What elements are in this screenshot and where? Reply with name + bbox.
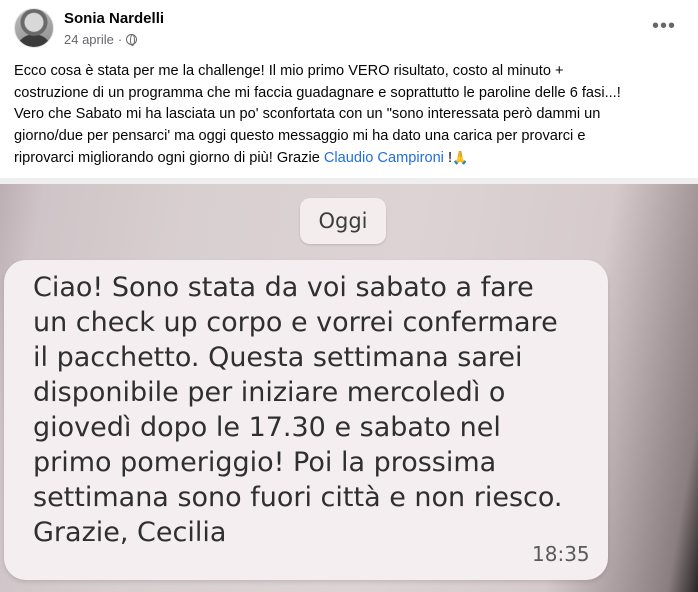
date-chip: Oggi — [300, 198, 386, 244]
pray-emoji-icon: 🙏 — [452, 150, 469, 165]
message-line: primo pomeriggio! Poi la prossima — [33, 447, 497, 478]
message-line: Grazie, Cecilia — [33, 517, 227, 548]
post-text-line: riprovarci migliorando ogni giorno di pi… — [14, 150, 320, 166]
message-line: un check up corpo e vorrei confermare — [33, 307, 558, 338]
avatar[interactable] — [14, 8, 54, 48]
post-text-line-last: riprovarci migliorando ogni giorno di pi… — [14, 147, 686, 170]
message-line: il pacchetto. Questa settimana sarei — [33, 342, 523, 373]
post-header: Sonia Nardelli 24 aprile · ••• — [14, 8, 684, 54]
meta-separator: · — [117, 32, 123, 47]
post-text-line: Vero che Sabato mi ha lasciata un po' sc… — [14, 106, 601, 122]
mention-link[interactable]: Claudio Campironi — [324, 150, 444, 166]
message-time: 18:35 — [532, 542, 590, 566]
author-name[interactable]: Sonia Nardelli — [64, 10, 164, 27]
message-line: giovedì dopo le 17.30 e sabato nel — [33, 412, 501, 443]
message-line: settimana sono fuori città e non riesco. — [33, 482, 563, 513]
post-photo[interactable]: Oggi Ciao! Sono stata da voi sabato a fa… — [0, 178, 698, 592]
post-text-line: costruzione di un programma che mi facci… — [14, 84, 621, 101]
post-text-line: giorno/due per pensarci' ma oggi questo … — [14, 127, 586, 144]
post-text-line: Ecco cosa è stata per me la challenge! I… — [14, 63, 564, 79]
post-text: Ecco cosa è stata per me la challenge! I… — [14, 61, 686, 170]
post-text-end: ! — [443, 150, 453, 166]
post-date[interactable]: 24 aprile — [64, 32, 114, 47]
more-options-button[interactable]: ••• — [650, 16, 678, 36]
message-bubble: Ciao! Sono stata da voi sabato a fare un… — [4, 260, 608, 580]
more-horizontal-icon: ••• — [651, 15, 676, 37]
photo-top-edge — [0, 178, 698, 184]
globe-icon[interactable] — [126, 34, 138, 46]
post-meta: 24 aprile · — [64, 32, 138, 47]
message-line: disponibile per iniziare mercoledì o — [33, 377, 506, 408]
message-line: Ciao! Sono stata da voi sabato a fare — [33, 272, 534, 303]
